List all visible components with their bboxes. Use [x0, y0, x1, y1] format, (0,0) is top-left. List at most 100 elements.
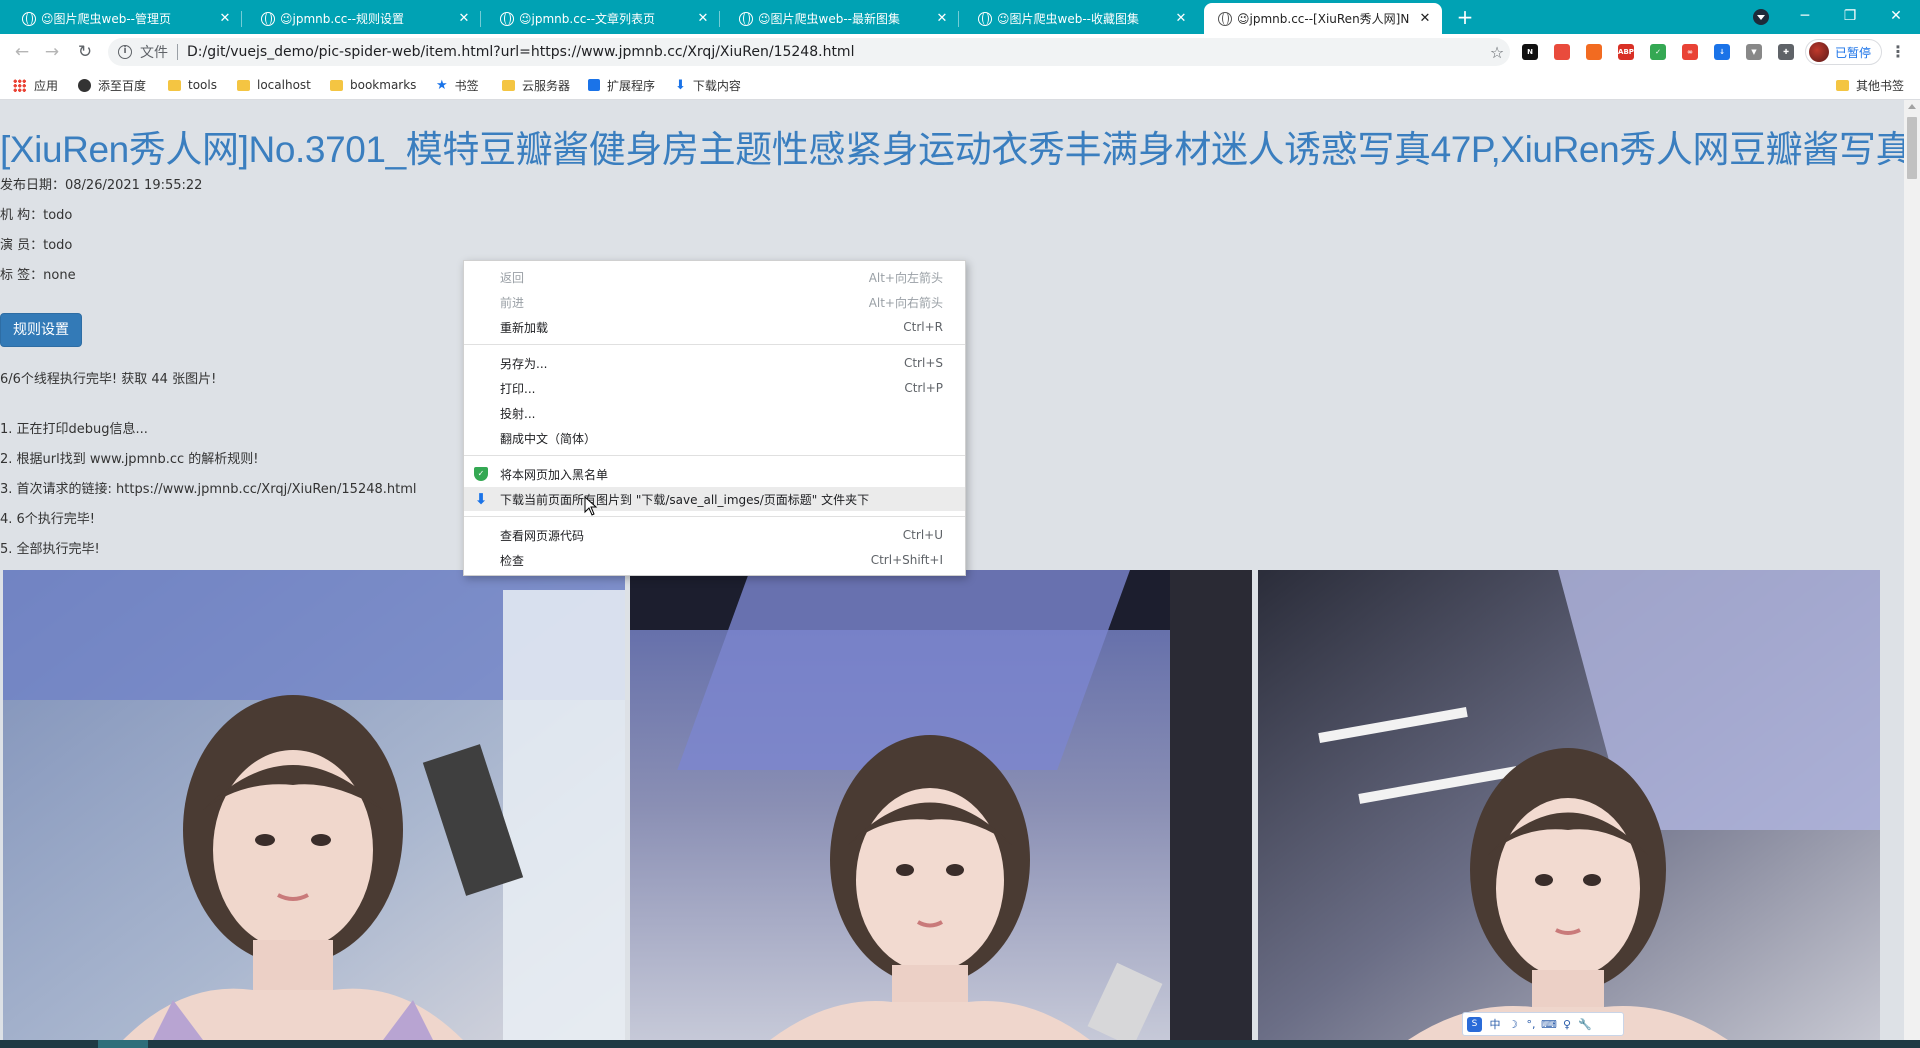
menu-item-reload[interactable]: 重新加载 Ctrl+R	[464, 315, 965, 339]
security-label: 文件	[140, 45, 168, 61]
close-icon[interactable]: ✕	[933, 11, 951, 26]
bookmark-tools[interactable]: tools	[168, 70, 217, 100]
context-menu: 返回 Alt+向左箭头 前进 Alt+向右箭头 重新加载 Ctrl+R 另存为... C…	[463, 260, 966, 576]
adblock-icon[interactable]: ABP	[1618, 44, 1634, 60]
menu-item-view-source[interactable]: 查看网页源代码 Ctrl+U	[464, 523, 965, 547]
menu-item-translate[interactable]: 翻成中文（简体）	[464, 426, 965, 450]
bookmark-baidu[interactable]: 添至百度	[78, 70, 146, 100]
tab-latest-albums[interactable]: 😉图片爬虫web--最新图集 ✕	[725, 3, 959, 34]
tab-title: 😉图片爬虫web--管理页	[41, 12, 171, 26]
globe-icon	[261, 11, 275, 26]
bookmark-other[interactable]: 其他书签	[1836, 70, 1904, 100]
restore-button[interactable]: ❐	[1830, 4, 1870, 28]
bookmark-extensions[interactable]: 扩展程序	[588, 70, 655, 100]
profile-button[interactable]: 已暂停	[1805, 39, 1882, 65]
globe-icon	[22, 11, 36, 26]
url-text[interactable]: D:/git/vuejs_demo/pic-spider-web/item.ht…	[187, 44, 1484, 60]
bookmark-shuqian[interactable]: ★ 书签	[436, 70, 479, 100]
info-icon[interactable]: i	[118, 45, 132, 59]
globe-icon	[500, 11, 514, 26]
bookmark-apps[interactable]: 应用	[13, 70, 58, 100]
menu-item-back[interactable]: 返回 Alt+向左箭头	[464, 265, 965, 289]
close-icon[interactable]: ✕	[216, 11, 234, 26]
address-bar[interactable]: i 文件 D:/git/vuejs_demo/pic-spider-web/it…	[108, 38, 1510, 66]
screenshot-icon[interactable]	[1554, 44, 1570, 60]
reload-icon[interactable]: ↻	[73, 40, 97, 64]
ime-moon-icon[interactable]: ☽	[1504, 1018, 1522, 1031]
bookmark-bookmarks[interactable]: bookmarks	[330, 70, 416, 100]
bookmark-label: 应用	[34, 78, 59, 93]
bookmark-label: 下载内容	[692, 78, 741, 93]
gallery-photo[interactable]	[1258, 570, 1880, 1040]
shield-ext-icon[interactable]: ✓	[1650, 44, 1666, 60]
tab-rule-settings[interactable]: 😉jpmnb.cc--规则设置 ✕	[247, 3, 481, 34]
menu-item-inspect[interactable]: 检查 Ctrl+Shift+I	[464, 548, 965, 572]
browser-toolbar: ← → ↻ i 文件 D:/git/vuejs_demo/pic-spider-…	[0, 34, 1920, 70]
ext-orange-icon[interactable]	[1586, 44, 1602, 60]
profile-status: 已暂停	[1835, 45, 1872, 60]
bookmark-label: 扩展程序	[607, 78, 656, 93]
ime-settings-icon[interactable]: 🔧	[1576, 1018, 1594, 1031]
menu-item-cast[interactable]: 投射...	[464, 401, 965, 425]
close-icon[interactable]: ✕	[694, 11, 712, 26]
close-window-button[interactable]: ✕	[1876, 4, 1916, 28]
ime-skin-icon[interactable]: ♀	[1558, 1018, 1576, 1031]
tab-article-list[interactable]: 😉jpmnb.cc--文章列表页 ✕	[486, 3, 720, 34]
taskbar-active-item[interactable]	[98, 1040, 148, 1048]
new-tab-button[interactable]: +	[1452, 5, 1478, 29]
folder-icon	[330, 79, 343, 91]
tab-separator	[958, 11, 959, 27]
avatar	[1809, 42, 1829, 62]
ime-mode[interactable]: 中	[1486, 1016, 1504, 1032]
bookmark-label: localhost	[257, 78, 311, 92]
ext-gray-icon[interactable]: ▼	[1746, 44, 1762, 60]
scroll-up-arrow-icon[interactable]	[1908, 104, 1916, 109]
menu-separator	[464, 455, 965, 456]
shield-icon: ✓	[474, 467, 488, 481]
bookmark-label: 书签	[454, 78, 479, 93]
folder-icon	[168, 79, 181, 91]
extensions-puzzle-icon[interactable]: ✚	[1778, 44, 1794, 60]
bookmark-star-icon[interactable]: ☆	[1484, 43, 1510, 62]
close-icon[interactable]: ✕	[455, 11, 473, 26]
ime-punct-icon[interactable]: °,	[1522, 1018, 1540, 1031]
menu-item-download-all-images[interactable]: ⬇ 下载当前页面所有图片到 "下载/save_all_imges/页面标题" 文件…	[464, 487, 965, 511]
ime-toolbar: S 中 ☽ °, ⌨ ♀ 🔧	[1462, 1012, 1624, 1036]
bookmark-label: tools	[188, 78, 217, 92]
close-icon[interactable]: ✕	[1416, 11, 1434, 26]
bookmark-downloads[interactable]: ⬇ 下载内容	[675, 70, 741, 100]
ext-red-icon[interactable]: ∞	[1682, 44, 1698, 60]
page-scrollbar[interactable]	[1904, 100, 1920, 1040]
gallery-photo[interactable]	[630, 570, 1252, 1040]
folder-icon	[237, 79, 250, 91]
tab-title: 😉jpmnb.cc--[XiuRen秀人网]N	[1237, 12, 1410, 26]
menu-item-print[interactable]: 打印... Ctrl+P	[464, 376, 965, 400]
ime-keyboard-icon[interactable]: ⌨	[1540, 1018, 1558, 1031]
forward-arrow-icon[interactable]: →	[40, 40, 64, 64]
minimize-button[interactable]: ─	[1785, 4, 1825, 28]
tab-favorite-albums[interactable]: 😉图片爬虫web--收藏图集 ✕	[964, 3, 1198, 34]
mouse-cursor-icon	[584, 496, 598, 516]
rule-settings-button[interactable]: 规则设置	[0, 313, 82, 347]
tab-title: 😉jpmnb.cc--文章列表页	[519, 12, 656, 26]
notion-icon[interactable]: N	[1522, 44, 1538, 60]
bookmark-cloud-server[interactable]: 云服务器	[502, 70, 570, 100]
tab-title: 😉jpmnb.cc--规则设置	[280, 12, 405, 26]
menu-item-forward[interactable]: 前进 Alt+向右箭头	[464, 290, 965, 314]
download-ext-icon[interactable]: ↓	[1714, 44, 1730, 60]
more-menu-icon[interactable]: ⋮	[1890, 43, 1906, 61]
tab-admin[interactable]: 😉图片爬虫web--管理页 ✕	[8, 3, 242, 34]
log-line: 3. 首次请求的链接: https://www.jpmnb.cc/Xrqj/Xi…	[0, 482, 417, 497]
menu-item-save-as[interactable]: 另存为... Ctrl+S	[464, 351, 965, 375]
gallery-photo[interactable]	[3, 570, 625, 1040]
tab-current-item[interactable]: 😉jpmnb.cc--[XiuRen秀人网]N ✕	[1204, 3, 1442, 34]
bookmark-localhost[interactable]: localhost	[237, 70, 311, 100]
menu-item-blacklist[interactable]: ✓ 将本网页加入黑名单	[464, 462, 965, 486]
scroll-thumb[interactable]	[1907, 117, 1917, 179]
omnibox-separator	[177, 44, 178, 60]
bookmark-label: 添至百度	[98, 78, 147, 93]
download-icon: ⬇	[675, 77, 686, 93]
tab-search-icon[interactable]	[1753, 9, 1769, 25]
close-icon[interactable]: ✕	[1172, 11, 1190, 26]
back-arrow-icon[interactable]: ←	[10, 40, 34, 64]
